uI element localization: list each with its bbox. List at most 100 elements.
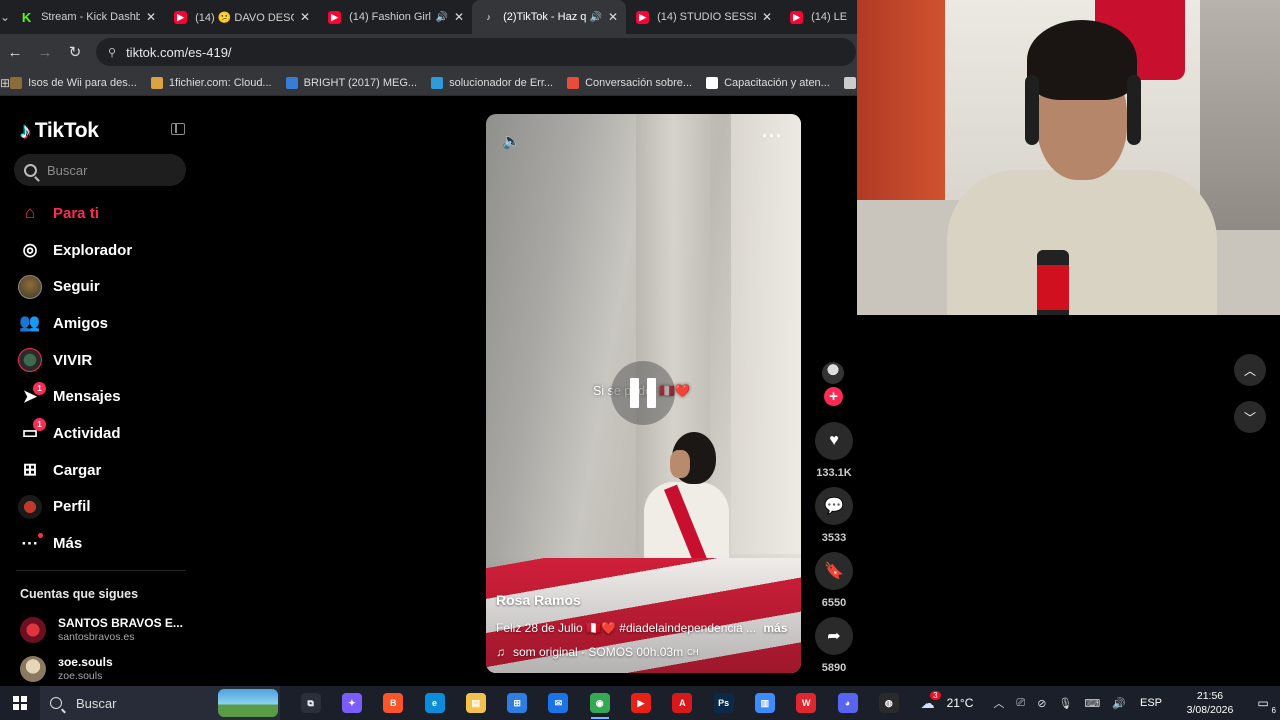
sidebar-item-para-ti[interactable]: ⌂ Para ti — [16, 195, 186, 232]
video-author[interactable]: Rosa Ramos — [496, 592, 581, 608]
browser-tab[interactable]: ♪ (2)TikTok - Haz q 🔊 ✕ — [472, 0, 627, 34]
show-more-link[interactable]: más — [763, 621, 787, 635]
compass-icon: ◎ — [22, 240, 38, 260]
following-avatar — [20, 655, 46, 682]
browser-tab[interactable]: ▶ (14) STUDIO SESSION ✕ — [626, 0, 780, 34]
bookmark-icon[interactable]: 🔖 — [815, 552, 853, 590]
pause-icon[interactable] — [611, 361, 675, 425]
comment-icon[interactable]: 💬 — [815, 487, 853, 525]
following-item[interactable]: SANTOS BRAVOS E... santosbravos.es — [20, 616, 183, 643]
heart-icon[interactable]: ♥ — [815, 422, 853, 460]
youtube-icon: ▶ — [174, 10, 188, 24]
video-music[interactable]: ♫ som original - SOMOS 00h.03m CH — [496, 645, 699, 659]
next-video-chevron-down-icon[interactable]: ﹀ — [1234, 401, 1266, 433]
sidebar-item-label: Actividad — [53, 424, 121, 442]
like-action[interactable]: ♥ 133.1K — [814, 422, 854, 479]
back-arrow-icon[interactable]: ← — [0, 37, 30, 67]
sidebar-item-amigos[interactable]: 👥 Amigos — [16, 305, 186, 342]
browser-tab[interactable]: K Stream - Kick Dashbo ✕ — [10, 0, 164, 34]
taskbar-app-brave[interactable]: B — [373, 686, 414, 720]
sidebar-item-seguir[interactable]: Seguir — [16, 268, 186, 305]
sidebar-item-explorador[interactable]: ◎ Explorador — [16, 232, 186, 269]
comment-action[interactable]: 💬 3533 — [814, 487, 854, 544]
taskbar-app-photoshop[interactable]: Ps — [703, 686, 744, 720]
taskbar-app-youtube-music[interactable]: ▶ — [620, 686, 661, 720]
taskbar-app-copilot[interactable]: ✦ — [331, 686, 372, 720]
forward-arrow-icon[interactable]: → — [30, 37, 60, 67]
tab-close-icon[interactable]: ✕ — [300, 10, 310, 24]
notification-badge: 1 — [33, 418, 46, 432]
taskbar-app-outlook[interactable]: ✉ — [538, 686, 579, 720]
search-box[interactable] — [14, 154, 186, 186]
tab-close-icon[interactable]: ✕ — [146, 10, 156, 24]
taskbar-app-task-view[interactable]: ⧉ — [290, 686, 331, 720]
taskbar-app-explorer[interactable]: ▤ — [455, 686, 496, 720]
previous-video-chevron-up-icon[interactable]: ︿ — [1234, 354, 1266, 386]
follow-plus-icon[interactable]: + — [824, 387, 843, 406]
clock-date: 3/08/2026 — [1186, 704, 1234, 716]
bookmark-item[interactable]: solucionador de Err... — [431, 76, 553, 89]
browser-tab[interactable]: ▶ (14) 😕 DAVO DESCU ✕ — [164, 0, 318, 34]
tiktok-logo[interactable]: ♪ TikTok — [20, 118, 99, 144]
tray-volume-icon[interactable]: 🔊 — [1112, 697, 1126, 710]
taskbar-search-icon — [50, 697, 62, 709]
search-input[interactable] — [47, 162, 167, 178]
bookmark-item[interactable]: Isos de Wii para des... — [10, 76, 137, 89]
tab-search-chevron-icon[interactable]: ⌄ — [0, 0, 10, 34]
tray-network-icon[interactable]: ⌨ — [1084, 697, 1100, 710]
tab-close-icon[interactable]: ✕ — [608, 10, 618, 24]
tray-chevron-up-icon[interactable]: ︿ — [993, 695, 1004, 711]
tab-close-icon[interactable]: ✕ — [454, 10, 464, 24]
volume-icon[interactable]: 🔈 — [502, 132, 521, 150]
tray-mute-icon[interactable]: ⊘ — [1037, 697, 1046, 710]
video-author-avatar[interactable] — [822, 362, 844, 384]
sidebar-item-mensajes[interactable]: ➤ 1 Mensajes — [16, 378, 186, 415]
sidebar-item-cargar[interactable]: ⊞ Cargar — [16, 452, 186, 489]
weather-cloud-icon[interactable]: ☁ 3 — [921, 690, 941, 712]
microphone-icon — [1037, 250, 1069, 315]
sidebar-item-actividad[interactable]: ▭ 1 Actividad — [16, 415, 186, 452]
taskbar-app-acrobat[interactable]: A — [662, 686, 703, 720]
save-action[interactable]: 🔖 6550 — [814, 552, 854, 609]
taskbar-app-edge[interactable]: e — [414, 686, 455, 720]
sidebar-item-perfil[interactable]: Perfil — [16, 489, 186, 526]
input-language[interactable]: ESP — [1140, 697, 1162, 709]
tab-audio-icon[interactable]: 🔊 — [436, 12, 448, 23]
browser-tab[interactable]: ▶ (14) Fashion Girl 🔊 ✕ — [318, 0, 472, 34]
sidebar-item-vivir[interactable]: VIVIR — [16, 342, 186, 379]
bookmark-item[interactable]: BRIGHT (2017) MEG... — [285, 76, 417, 89]
windows-start-icon[interactable] — [0, 686, 40, 720]
video-player[interactable]: 🔈 ··· Si se pudo! 🇵🇪❤️ Rosa Ramos Feliz … — [486, 114, 801, 673]
taskbar-app-stats[interactable]: ▥ — [744, 686, 785, 720]
notification-center-icon[interactable]: ▭ 6 — [1246, 686, 1280, 720]
reload-icon[interactable]: ↻ — [60, 37, 90, 67]
taskbar-search[interactable]: Buscar — [40, 686, 280, 720]
tab-close-icon[interactable]: ✕ — [762, 10, 772, 24]
taskbar-app-wps[interactable]: W — [786, 686, 827, 720]
taskbar-app-store[interactable]: ⊞ — [496, 686, 537, 720]
tiktok-icon: ♪ — [486, 12, 491, 22]
video-more-icon[interactable]: ··· — [762, 126, 783, 147]
collapse-sidebar-icon[interactable] — [171, 123, 185, 135]
taskbar-app-discord[interactable]: ◕ — [827, 686, 868, 720]
clock-time: 21:56 — [1196, 690, 1224, 702]
apps-grid-icon[interactable]: ⊞ — [0, 76, 10, 90]
tab-audio-icon[interactable]: 🔊 — [590, 12, 602, 23]
address-bar[interactable]: ⚲ tiktok.com/es-419/ — [96, 38, 856, 66]
share-icon[interactable]: ➦ — [815, 617, 853, 655]
bookmark-item[interactable]: 1fichier.com: Cloud... — [150, 76, 272, 89]
logo-text: TikTok — [34, 119, 99, 142]
tray-camera-icon[interactable]: ⎚ — [1016, 697, 1025, 710]
bookmark-item[interactable]: Capacitación y aten... — [706, 76, 830, 89]
bookmark-item[interactable]: Tesis — [843, 76, 857, 89]
wps-icon: W — [796, 693, 817, 713]
following-item[interactable]: ɜoe.souls zoe.souls — [20, 655, 113, 682]
taskbar-app-chrome[interactable]: ◉ — [579, 686, 620, 720]
site-info-icon[interactable]: ⚲ — [108, 46, 116, 59]
sidebar-item-más[interactable]: ··· Más — [16, 525, 186, 562]
bookmark-item[interactable]: Conversación sobre... — [567, 76, 692, 89]
taskbar-clock[interactable]: 21:56 3/08/2026 — [1174, 689, 1246, 717]
tray-mic-icon[interactable]: 🎙 — [1058, 697, 1072, 710]
share-action[interactable]: ➦ 5890 — [814, 617, 854, 674]
taskbar-app-obs[interactable]: ◍ — [868, 686, 909, 720]
